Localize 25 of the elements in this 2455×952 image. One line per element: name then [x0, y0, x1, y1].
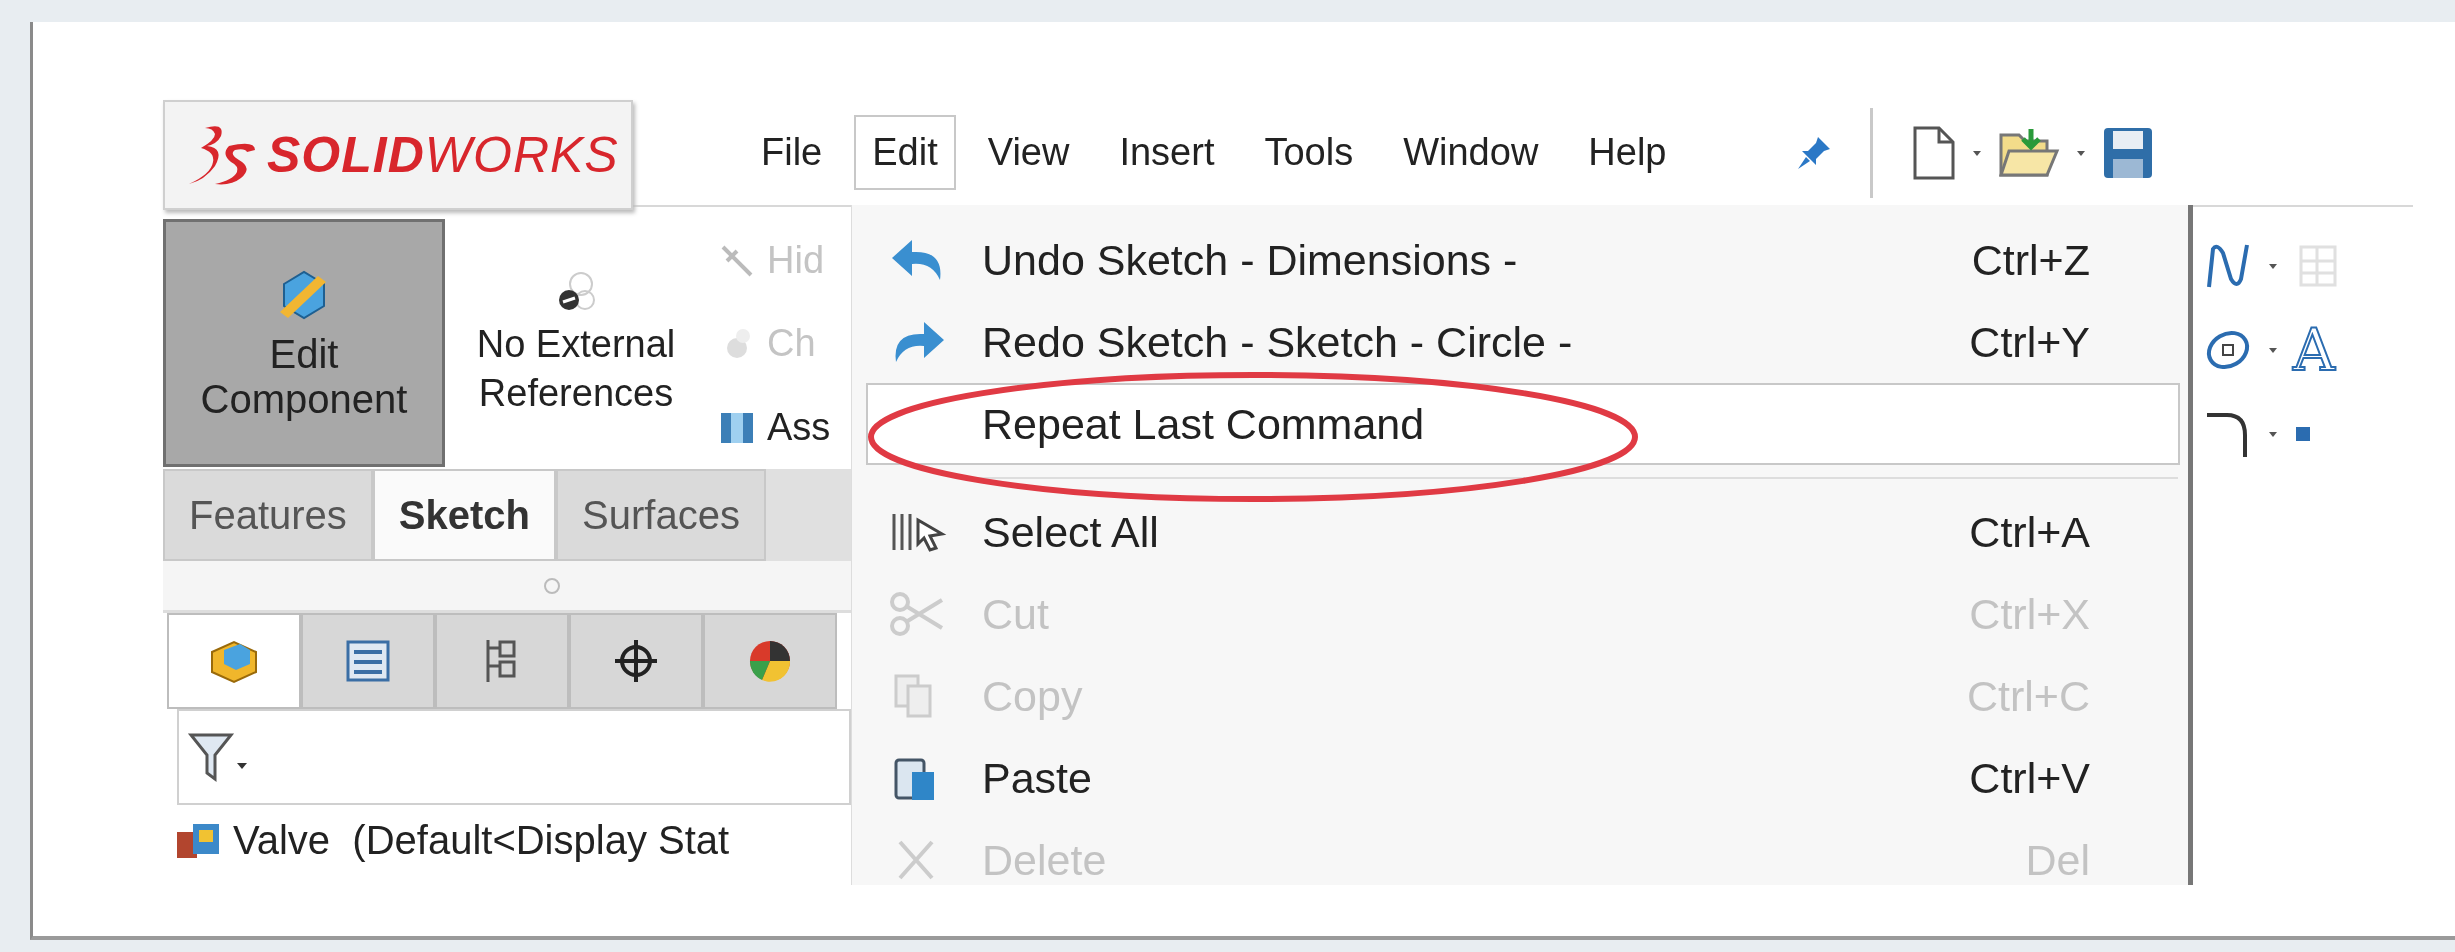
edit-component-button[interactable]: Edit Component — [163, 219, 445, 467]
menu-item[interactable]: Insert — [1101, 115, 1233, 190]
menu-item[interactable]: View — [969, 115, 1088, 190]
menu-item[interactable]: Tools — [1246, 115, 1372, 190]
logo-wordmark: SOLIDWORKS — [267, 126, 619, 184]
menu-item[interactable]: File — [743, 115, 841, 190]
no-external-references-button[interactable]: No External References — [445, 219, 707, 469]
command-tab[interactable]: Sketch — [372, 469, 557, 561]
panel-tab[interactable] — [435, 613, 569, 709]
menu-option[interactable]: Paste Ctrl+V — [866, 737, 2180, 819]
menu-option[interactable]: Select All Ctrl+A — [866, 491, 2180, 573]
point-icon[interactable] — [2293, 424, 2313, 444]
menu-item[interactable]: Help — [1570, 115, 1685, 190]
panel-tab[interactable] — [569, 613, 703, 709]
command-tab[interactable]: Surfaces — [556, 469, 766, 561]
menu-option[interactable]: Repeat Last Command — [866, 383, 2180, 465]
menu-option[interactable]: Redo Sketch - Sketch - Circle - Ctrl+Y — [866, 301, 2180, 383]
panel-tab[interactable] — [703, 613, 837, 709]
text-tool[interactable]: A — [2293, 316, 2335, 384]
menu-option[interactable]: Undo Sketch - Dimensions - Ctrl+Z — [866, 219, 2180, 301]
tree-item[interactable]: Valve (Default<Display Stat — [233, 817, 730, 863]
command-tab[interactable]: Features — [163, 469, 373, 561]
menu-item[interactable]: Edit — [854, 115, 956, 190]
menu-item[interactable]: Window — [1385, 115, 1557, 190]
ribbon-tool[interactable]: Ass — [717, 405, 831, 449]
